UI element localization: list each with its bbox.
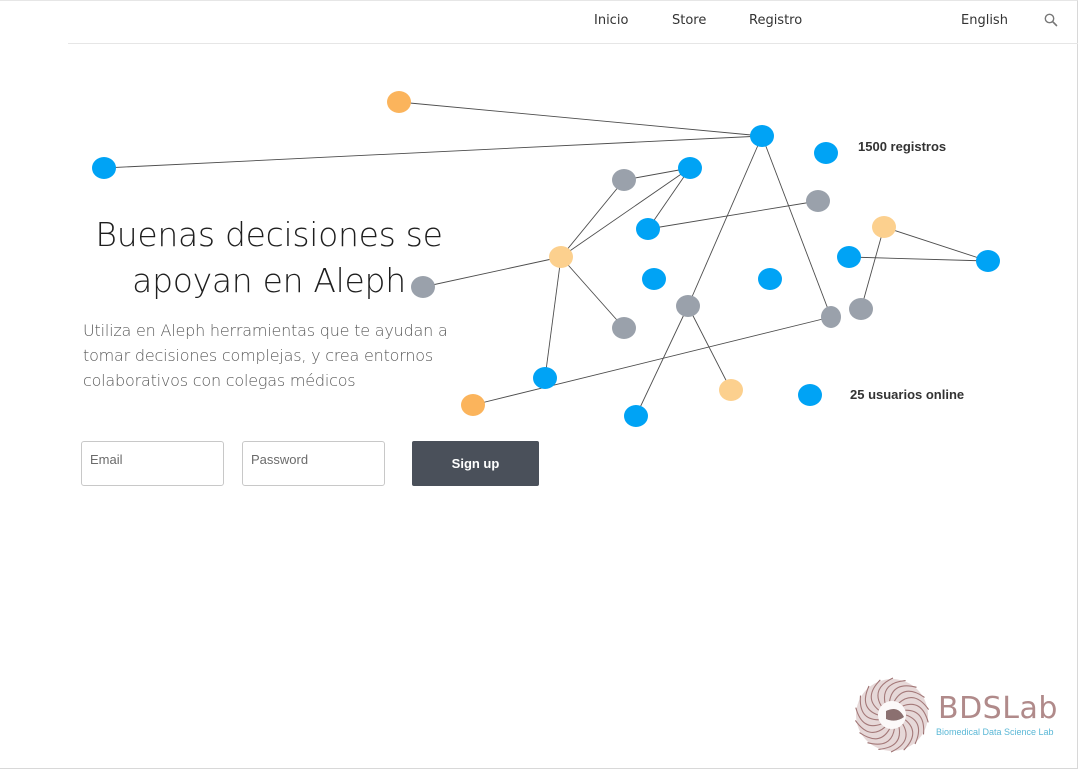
graph-node: [636, 218, 660, 240]
logo-subtitle: Biomedical Data Science Lab: [936, 727, 1054, 737]
graph-node: [976, 250, 1000, 272]
logo-title: BDSLab: [938, 691, 1058, 726]
hero-subtitle: Utiliza en Aleph herramientas que te ayu…: [83, 321, 448, 390]
graph-node: [387, 91, 411, 113]
graph-node: [642, 268, 666, 290]
graph-node: [676, 295, 700, 317]
graph-node: [750, 125, 774, 147]
graph-node: [758, 268, 782, 290]
email-field[interactable]: [81, 441, 224, 486]
graph-node: [612, 169, 636, 191]
graph-node: [821, 306, 841, 328]
graph-node: [612, 317, 636, 339]
graph-node: [461, 394, 485, 416]
graph-node: [837, 246, 861, 268]
graph-node: [849, 298, 873, 320]
password-field[interactable]: [242, 441, 385, 486]
graph-node: [872, 216, 896, 238]
online-users-count: 25 usuarios online: [850, 387, 965, 402]
bdslab-logo: BDSLab Biomedical Data Science Lab: [852, 672, 1072, 758]
graph-node: [806, 190, 830, 212]
graph-node: [92, 157, 116, 179]
graph-node: [533, 367, 557, 389]
graph-node: [678, 157, 702, 179]
graph-node: [814, 142, 838, 164]
graph-node: [549, 246, 573, 268]
graph-node: [624, 405, 648, 427]
graph-node: [719, 379, 743, 401]
logo-emblem-icon: [854, 677, 930, 753]
hero-title: Buenas decisiones se apoyan en Aleph: [95, 215, 443, 300]
graph-node: [798, 384, 822, 406]
signup-button[interactable]: Sign up: [412, 441, 539, 486]
registros-count: 1500 registros: [858, 139, 947, 154]
